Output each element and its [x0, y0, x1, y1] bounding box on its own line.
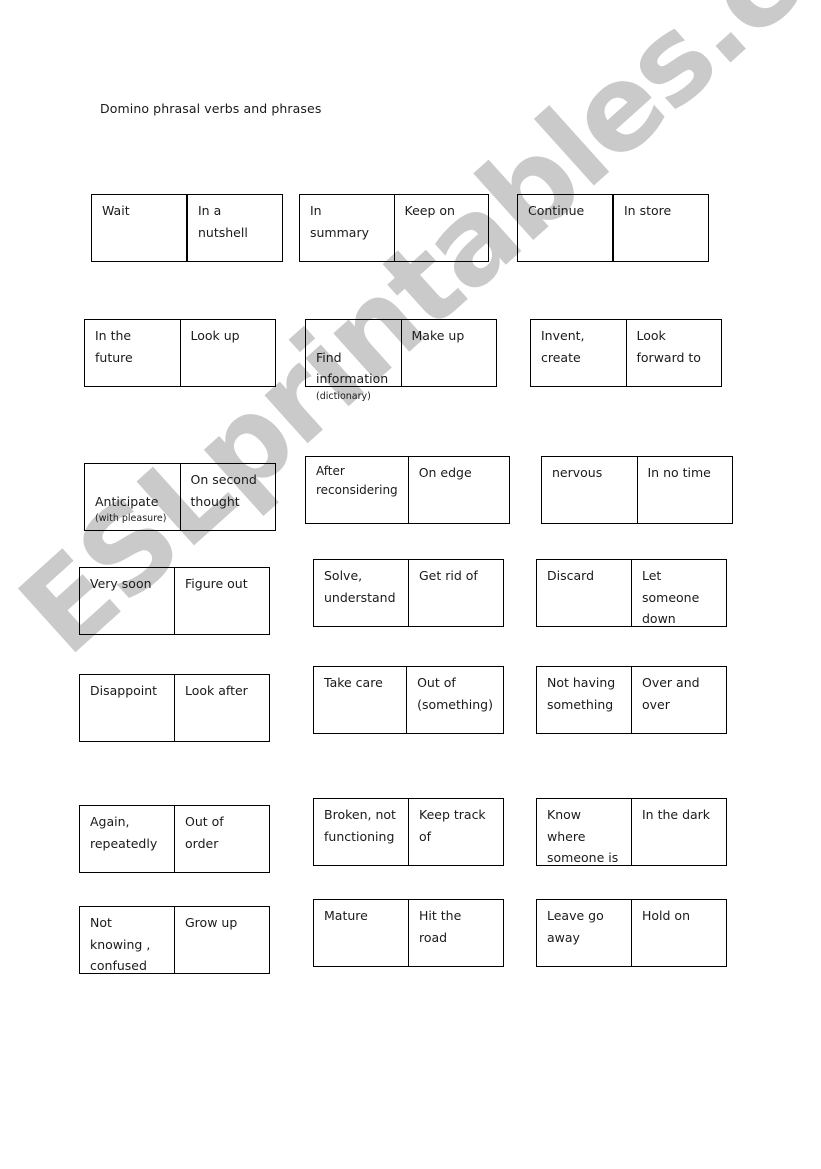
domino-card: Disappoint Look after: [79, 674, 270, 742]
card-left: Leave go away: [537, 900, 632, 966]
card-left-note: (dictionary): [316, 390, 371, 402]
card-left-text: Anticipate: [95, 493, 159, 509]
domino-card: Continue In store: [517, 194, 709, 262]
card-left: Again, repeatedly: [80, 806, 175, 872]
card-right: In the dark: [642, 807, 711, 822]
card-right: Over and over: [642, 675, 700, 712]
card-left: Continue: [518, 195, 614, 261]
domino-card: Find information (dictionary) Make up: [305, 319, 497, 402]
card-right: In store: [624, 203, 672, 218]
card-right: In a nutshell: [198, 203, 248, 240]
card-right: On second thought: [190, 472, 257, 509]
card-right: On edge: [418, 465, 472, 480]
card-left: After reconsidering: [306, 457, 409, 523]
page-title: Domino phrasal verbs and phrases: [100, 101, 322, 116]
domino-card: Invent, create Look forward to: [530, 319, 722, 387]
card-right: Out of (something): [417, 675, 493, 712]
card-left-text: Find information: [316, 349, 389, 387]
card-right: Hold on: [642, 908, 690, 923]
domino-card: Broken, not functioning Keep track of: [313, 798, 504, 866]
card-left: Broken, not functioning: [314, 799, 409, 865]
domino-card: In summary Keep on: [299, 194, 489, 262]
card-left: Find information (dictionary): [306, 320, 402, 402]
card-right: Keep on: [404, 203, 455, 218]
card-right: Hit the road: [419, 908, 462, 945]
domino-card: nervous In no time: [541, 456, 733, 524]
card-left: Invent, create: [531, 320, 627, 386]
card-right: Keep track of: [419, 807, 486, 844]
domino-card: Solve, understand Get rid of: [313, 559, 504, 627]
card-left: Mature: [314, 900, 409, 966]
domino-card: After reconsidering On edge: [305, 456, 510, 524]
domino-card: Not having something Over and over: [536, 666, 727, 734]
card-right: Figure out: [185, 576, 248, 591]
domino-card: Wait In a nutshell: [91, 194, 283, 262]
card-right: Look after: [185, 683, 248, 698]
card-left: In summary: [300, 195, 395, 261]
card-left: Disappoint: [80, 675, 175, 741]
card-left: Solve, understand: [314, 560, 409, 626]
card-right: Let someone down: [642, 568, 700, 626]
domino-card: Anticipate (with pleasure) On second tho…: [84, 463, 276, 531]
card-left: Not knowing , confused: [80, 907, 175, 973]
card-right: Out of order: [185, 814, 224, 851]
card-left: Discard: [537, 560, 632, 626]
card-right: Make up: [411, 328, 465, 343]
domino-card: Leave go away Hold on: [536, 899, 727, 967]
domino-card: Again, repeatedly Out of order: [79, 805, 270, 873]
card-right: Look up: [190, 328, 240, 343]
card-right: In no time: [647, 465, 711, 480]
domino-card: In the future Look up: [84, 319, 276, 387]
domino-card: Know where someone is In the dark: [536, 798, 727, 866]
card-left: Very soon: [80, 568, 175, 634]
card-left: nervous: [542, 457, 638, 523]
domino-card: Mature Hit the road: [313, 899, 504, 967]
card-left-note: (with pleasure): [95, 513, 167, 524]
card-left: Wait: [92, 195, 188, 261]
card-left: Take care: [314, 667, 408, 733]
card-right: Look forward to: [636, 328, 701, 365]
domino-card: Take care Out of (something): [313, 666, 504, 734]
domino-card: Not knowing , confused Grow up: [79, 906, 270, 974]
card-left: Not having something: [537, 667, 632, 733]
card-left: Know where someone is: [537, 799, 632, 865]
card-right: Get rid of: [419, 568, 478, 583]
domino-card: Very soon Figure out: [79, 567, 270, 635]
card-right: Grow up: [185, 915, 238, 930]
domino-card: Discard Let someone down: [536, 559, 727, 627]
card-left: In the future: [85, 320, 181, 386]
card-left: Anticipate (with pleasure): [85, 464, 181, 530]
